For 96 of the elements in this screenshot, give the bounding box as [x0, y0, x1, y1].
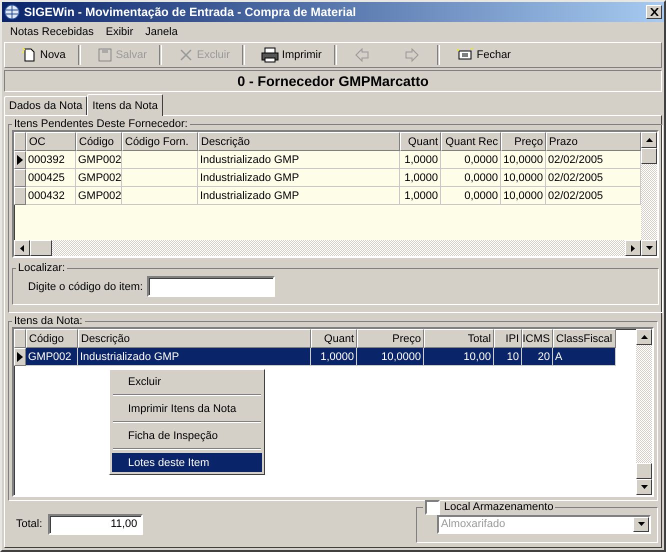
scroll-right-button[interactable] — [625, 240, 641, 256]
context-menu-item[interactable]: Excluir — [112, 372, 262, 391]
table-cell: 0,0000 — [441, 169, 501, 187]
down-arrow-icon — [640, 485, 648, 489]
column-header[interactable]: Quant Rec — [441, 132, 501, 151]
up-arrow-icon — [640, 335, 648, 339]
scroll-down-button[interactable] — [636, 479, 652, 495]
scroll-left-button[interactable] — [14, 240, 30, 256]
table-cell: Industrializado GMP — [78, 348, 311, 366]
context-menu-item[interactable]: Lotes deste Item — [112, 453, 262, 472]
row-header[interactable] — [14, 151, 26, 169]
tab[interactable]: Dados da Nota — [4, 96, 88, 115]
column-header[interactable]: Preço — [501, 132, 546, 151]
scroll-thumb[interactable] — [636, 463, 652, 479]
group-title: Itens Pendentes Deste Fornecedor: — [13, 118, 189, 130]
menu-item[interactable]: Exibir — [100, 26, 140, 38]
column-header[interactable]: Preço — [357, 329, 424, 348]
tab[interactable]: Itens da Nota — [87, 94, 163, 116]
table-cell: 10,0000 — [501, 169, 546, 187]
scroll-down-button[interactable] — [641, 240, 657, 256]
up-arrow-icon — [646, 138, 652, 142]
document-icon — [21, 47, 37, 63]
scroll-up-button[interactable] — [641, 132, 657, 148]
column-header[interactable]: OC — [26, 132, 76, 151]
table-cell: 0,0000 — [441, 151, 501, 169]
printer-icon — [260, 47, 279, 63]
scroll-thumb[interactable] — [30, 240, 52, 256]
table-cell: 10,0000 — [501, 151, 546, 169]
table-cell: 0,0000 — [441, 187, 501, 205]
column-header[interactable]: Quant — [311, 329, 357, 348]
row-pointer-icon — [17, 352, 23, 362]
window-title: SIGEWin - Movimentação de Entrada - Compra de Material — [24, 5, 357, 19]
column-header[interactable]: Código — [26, 329, 78, 348]
column-header[interactable]: Quant — [400, 132, 441, 151]
column-header[interactable]: Prazo — [546, 132, 641, 151]
table-cell: A — [553, 348, 616, 366]
table-cell: GMP002 — [76, 187, 122, 205]
context-menu-item[interactable]: Ficha de Inspeção — [112, 426, 262, 445]
supplier-header: 0 - Fornecedor GMPMarcatto — [4, 70, 662, 92]
column-header[interactable]: IPI — [494, 329, 522, 348]
field-label: Digite o código do item: — [28, 280, 143, 292]
column-header[interactable]: Código Forn. — [122, 132, 198, 151]
toolbar-button[interactable]: Imprimir — [244, 44, 334, 66]
table-cell: Industrializado GMP — [198, 169, 400, 187]
x-icon — [178, 47, 194, 63]
toolbar-button[interactable]: Fechar — [440, 44, 523, 66]
table-cell: 10,0000 — [357, 348, 424, 366]
right-arrow-icon — [631, 244, 635, 252]
table-cell: 10 — [494, 348, 522, 366]
vertical-scrollbar[interactable] — [636, 329, 652, 495]
vertical-scrollbar[interactable] — [641, 132, 657, 256]
table-cell: 20 — [522, 348, 553, 366]
right-arrow-icon — [404, 47, 420, 63]
down-arrow-icon — [638, 522, 644, 526]
column-header[interactable]: Descrição — [198, 132, 400, 151]
close-button[interactable] — [646, 5, 662, 19]
table-cell: GMP002 — [76, 151, 122, 169]
table-cell: Industrializado GMP — [198, 187, 400, 205]
total-field[interactable]: 11,00 — [48, 514, 144, 534]
total-label: Total: — [15, 518, 44, 530]
toolbar-button[interactable]: Nova — [5, 44, 78, 66]
table-cell: 10,00 — [424, 348, 494, 366]
column-header[interactable]: Descrição — [78, 329, 311, 348]
corner-header — [14, 132, 26, 151]
column-header[interactable]: ICMS — [522, 329, 553, 348]
close-icon — [650, 8, 658, 16]
table-cell: 1,0000 — [400, 151, 441, 169]
group-title: Itens da Nota: — [13, 315, 84, 327]
context-menu-item[interactable]: Imprimir Itens da Nota — [112, 399, 262, 418]
item-code-field[interactable] — [146, 276, 275, 297]
column-header[interactable]: Total — [424, 329, 494, 348]
menu-item[interactable]: Janela — [139, 26, 184, 38]
table-cell: 000425 — [26, 169, 76, 187]
table-cell: 000392 — [26, 151, 76, 169]
scroll-thumb[interactable] — [641, 148, 657, 164]
table-cell: 10,0000 — [501, 187, 546, 205]
checkbox-label: Local Armazenamento — [444, 501, 554, 513]
table-cell: GMP002 — [26, 348, 78, 366]
globe-icon — [4, 4, 20, 20]
scroll-up-button[interactable] — [636, 329, 652, 345]
table-cell: Industrializado GMP — [198, 151, 400, 169]
left-arrow-icon — [354, 47, 370, 63]
table-cell: 000432 — [26, 187, 76, 205]
menu-item[interactable]: Notas Recebidas — [4, 26, 100, 38]
table-cell: GMP002 — [76, 169, 122, 187]
table-cell: 1,0000 — [311, 348, 357, 366]
horizontal-scrollbar[interactable] — [14, 240, 641, 256]
column-header[interactable]: Código — [76, 132, 122, 151]
row-pointer-icon — [17, 155, 23, 165]
down-arrow-icon — [646, 246, 652, 250]
left-arrow-icon — [20, 244, 24, 252]
table-cell: 1,0000 — [400, 169, 441, 187]
column-header[interactable]: ClassFiscal — [553, 329, 616, 348]
table-cell: 1,0000 — [400, 187, 441, 205]
group-title: Localizar: — [17, 262, 66, 274]
row-header[interactable] — [14, 348, 26, 366]
